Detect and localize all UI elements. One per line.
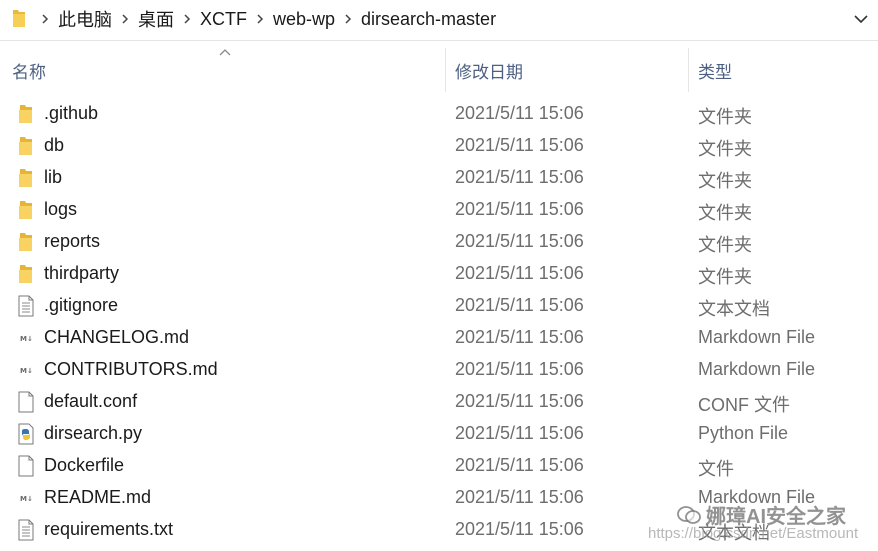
file-row[interactable]: M↓ CONTRIBUTORS.md 2021/5/11 15:06 Markdown… (0, 354, 878, 386)
markdown-file-icon: M↓ (16, 327, 36, 349)
file-row[interactable]: logs 2021/5/11 15:06 文件夹 (0, 194, 878, 226)
file-name: thirdparty (44, 263, 120, 283)
file-row[interactable]: M↓ CHANGELOG.md 2021/5/11 15:06 Markdown Fi… (0, 322, 878, 354)
wechat-logo-icon (677, 505, 701, 524)
file-row[interactable]: default.conf 2021/5/11 15:06 CONF 文件 (0, 386, 878, 418)
breadcrumb-item[interactable]: dirsearch-master (357, 9, 500, 30)
address-bar[interactable]: 此电脑 桌面 XCTF web-wp dirsearch-master (0, 0, 878, 41)
file-type: 文件夹 (698, 139, 752, 159)
file-date-modified: 2021/5/11 15:06 (455, 231, 584, 251)
folder-icon (16, 263, 36, 285)
file-row[interactable]: .gitignore 2021/5/11 15:06 文本文档 (0, 290, 878, 322)
column-header-bar: 名称 修改日期 类型 (0, 44, 878, 94)
svg-text:M↓: M↓ (20, 335, 33, 343)
file-row[interactable]: db 2021/5/11 15:06 文件夹 (0, 130, 878, 162)
file-type: Python File (698, 423, 789, 443)
svg-text:M↓: M↓ (20, 367, 33, 375)
file-name: .gitignore (44, 295, 119, 315)
breadcrumb-separator-icon[interactable] (36, 0, 54, 38)
folder-icon (16, 167, 36, 189)
file-row[interactable]: .github 2021/5/11 15:06 文件夹 (0, 98, 878, 130)
file-date-modified: 2021/5/11 15:06 (455, 327, 584, 347)
watermark-url: https://blog.csdn.net/Eastmount (648, 525, 859, 542)
text-document-icon (16, 519, 36, 541)
file-name: dirsearch.py (44, 423, 143, 443)
file-date-modified: 2021/5/11 15:06 (455, 519, 584, 539)
file-type: 文件 (698, 459, 734, 479)
markdown-file-icon: M↓ (16, 487, 36, 509)
svg-text:M↓: M↓ (20, 495, 33, 503)
file-type: Markdown File (698, 327, 816, 347)
file-row[interactable]: lib 2021/5/11 15:06 文件夹 (0, 162, 878, 194)
column-header-date-modified[interactable]: 修改日期 (455, 58, 523, 83)
file-date-modified: 2021/5/11 15:06 (455, 263, 584, 283)
file-row[interactable]: thirdparty 2021/5/11 15:06 文件夹 (0, 258, 878, 290)
file-name: .github (44, 103, 99, 123)
sort-ascending-icon (219, 49, 231, 56)
file-name: requirements.txt (44, 519, 174, 539)
blank-file-icon (16, 391, 36, 413)
file-list: .github 2021/5/11 15:06 文件夹 db 2021/5/11 15:… (0, 98, 878, 546)
folder-icon (16, 135, 36, 157)
file-type: CONF 文件 (698, 395, 790, 415)
breadcrumb-separator-icon[interactable] (339, 0, 357, 38)
chevron-down-icon[interactable] (852, 10, 870, 28)
file-row[interactable]: dirsearch.py 2021/5/11 15:06 Python File (0, 418, 878, 450)
markdown-file-icon: M↓ (16, 359, 36, 381)
breadcrumb-item[interactable]: web-wp (269, 9, 339, 30)
file-type: 文件夹 (698, 203, 752, 223)
python-file-icon (16, 423, 36, 445)
file-name: default.conf (44, 391, 138, 411)
breadcrumb-separator-icon[interactable] (251, 0, 269, 38)
file-type: 文件夹 (698, 107, 752, 127)
column-header-type[interactable]: 类型 (698, 58, 732, 83)
column-header-name[interactable]: 名称 (12, 58, 46, 83)
folder-icon (16, 231, 36, 253)
file-type: 文本文档 (698, 299, 770, 319)
file-name: CONTRIBUTORS.md (44, 359, 218, 379)
folder-icon (16, 199, 36, 221)
breadcrumb-item[interactable]: 此电脑 (54, 6, 116, 32)
file-name: logs (44, 199, 78, 219)
file-type: 文件夹 (698, 267, 752, 287)
file-type: 文件夹 (698, 235, 752, 255)
column-divider[interactable] (688, 48, 689, 92)
file-row[interactable]: Dockerfile 2021/5/11 15:06 文件 (0, 450, 878, 482)
folder-icon (16, 103, 36, 125)
file-date-modified: 2021/5/11 15:06 (455, 455, 584, 475)
file-date-modified: 2021/5/11 15:06 (455, 487, 584, 507)
file-name: db (44, 135, 65, 155)
file-date-modified: 2021/5/11 15:06 (455, 295, 584, 315)
file-date-modified: 2021/5/11 15:06 (455, 103, 584, 123)
file-name: lib (44, 167, 63, 187)
file-date-modified: 2021/5/11 15:06 (455, 423, 584, 443)
text-document-icon (16, 295, 36, 317)
file-name: README.md (44, 487, 152, 507)
file-type: 文件夹 (698, 171, 752, 191)
breadcrumb-separator-icon[interactable] (178, 0, 196, 38)
breadcrumb-item[interactable]: 桌面 (134, 6, 178, 32)
breadcrumb-separator-icon[interactable] (116, 0, 134, 38)
file-row[interactable]: reports 2021/5/11 15:06 文件夹 (0, 226, 878, 258)
file-date-modified: 2021/5/11 15:06 (455, 167, 584, 187)
file-date-modified: 2021/5/11 15:06 (455, 199, 584, 219)
file-name: reports (44, 231, 101, 251)
breadcrumb-item[interactable]: XCTF (196, 9, 251, 30)
breadcrumb: 此电脑 桌面 XCTF web-wp dirsearch-master (36, 0, 500, 38)
blank-file-icon (16, 455, 36, 477)
file-date-modified: 2021/5/11 15:06 (455, 135, 584, 155)
column-divider[interactable] (445, 48, 446, 92)
file-date-modified: 2021/5/11 15:06 (455, 391, 584, 411)
file-name: Dockerfile (44, 455, 125, 475)
file-name: CHANGELOG.md (44, 327, 190, 347)
file-type: Markdown File (698, 359, 816, 379)
file-date-modified: 2021/5/11 15:06 (455, 359, 584, 379)
folder-icon (13, 10, 25, 27)
